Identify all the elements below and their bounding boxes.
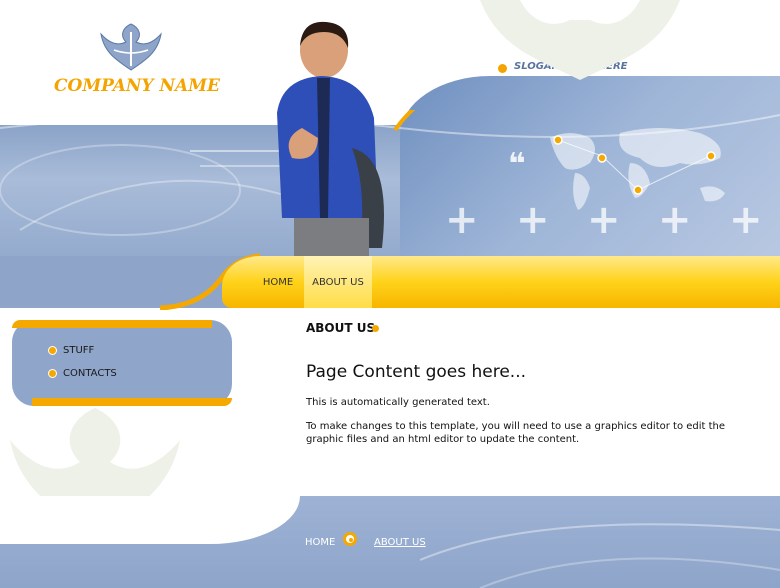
sidebar-accent-bottom <box>32 398 232 406</box>
sidebar-item-label: STUFF <box>63 345 95 356</box>
section-title: ABOUT US <box>306 321 376 335</box>
sidebar-item-label: CONTACTS <box>63 368 117 379</box>
nav-about-link[interactable]: ABOUT US <box>304 256 372 308</box>
sidebar <box>12 320 232 406</box>
sidebar-accent-top <box>12 320 212 328</box>
tribal-watermark-top <box>480 0 680 80</box>
bullet-dot-icon <box>48 345 57 355</box>
content-paragraph: To make changes to this template, you wi… <box>306 421 726 445</box>
footer-curve <box>0 496 300 544</box>
plus-icon: + <box>587 197 621 243</box>
nav-home-link[interactable]: HOME <box>258 256 298 308</box>
content-paragraph: This is automatically generated text. <box>306 397 490 408</box>
plus-icon: + <box>729 197 763 243</box>
bullet-dot-icon <box>343 532 357 546</box>
bullet-dot-icon <box>48 368 57 378</box>
plus-icon: + <box>658 197 692 243</box>
plus-icon: + <box>516 197 550 243</box>
tribal-logo-icon <box>100 23 162 71</box>
footer-swirl <box>420 523 780 588</box>
sidebar-item-contacts[interactable]: CONTACTS <box>48 368 117 379</box>
quote-icon: ❝ <box>508 147 526 182</box>
footer-home-link[interactable]: HOME <box>305 537 335 548</box>
company-name: COMPANY NAME <box>54 76 220 96</box>
businessman-photo <box>277 21 384 258</box>
page-heading: Page Content goes here... <box>306 362 527 382</box>
plus-icon: + <box>445 197 479 243</box>
bullet-dot-icon <box>372 325 379 332</box>
sidebar-item-stuff[interactable]: STUFF <box>48 345 94 356</box>
footer-about-link[interactable]: ABOUT US <box>374 537 426 548</box>
